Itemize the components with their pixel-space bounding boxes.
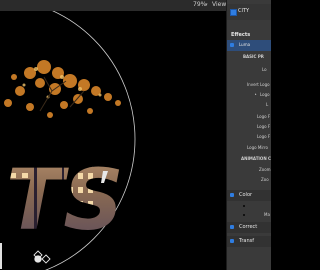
transform-handle <box>33 250 51 264</box>
param-logo-f3: Logo F <box>257 134 271 139</box>
checkbox-color[interactable] <box>230 193 234 197</box>
param-zoom2: Zoo <box>261 177 269 182</box>
effects-section-title: Effects <box>231 32 251 38</box>
disclosure-triangle-icon[interactable]: ▸ <box>255 92 257 96</box>
viewer-canvas[interactable]: TS <box>0 11 226 270</box>
param-logo-f1: Logo F <box>257 114 271 119</box>
tree-foliage <box>4 60 121 118</box>
param-lo: Lo <box>262 67 267 72</box>
canvas-artwork: TS <box>0 11 136 270</box>
inspector-panel: CITY Effects Luma BASIC PR Lo Invert Log… <box>226 0 271 270</box>
layer-thumbnail-icon <box>230 9 237 16</box>
param-invert-logo: Invert Logo <box>247 82 270 87</box>
masked-city-image <box>6 151 124 249</box>
color-label: Color <box>239 192 253 198</box>
param-animation: ANIMATION C <box>241 156 271 161</box>
param-logo: Logo <box>260 92 270 97</box>
checkbox-correction[interactable] <box>230 225 234 229</box>
param-basic: BASIC PR <box>243 54 264 59</box>
param-l: L <box>266 102 269 107</box>
view-menu[interactable]: View <box>212 1 226 8</box>
param-logo-mirror: Logo Mirro <box>247 145 269 150</box>
checkbox-luma[interactable] <box>230 43 234 47</box>
checkbox-transform[interactable] <box>230 239 234 243</box>
effect-name: Luma <box>239 42 251 47</box>
param-ma: Ma <box>264 212 270 217</box>
param-logo-f2: Logo F <box>257 124 271 129</box>
correction-label: Correct <box>239 224 258 230</box>
color-swatch-icon <box>243 205 245 207</box>
transform-label: Transf <box>239 238 254 244</box>
param-zoom: Zoom <box>259 167 271 172</box>
layer-name: CITY <box>238 8 250 14</box>
color-swatch-icon <box>243 214 245 216</box>
chevron-down-icon[interactable]: ▾ <box>205 2 208 8</box>
